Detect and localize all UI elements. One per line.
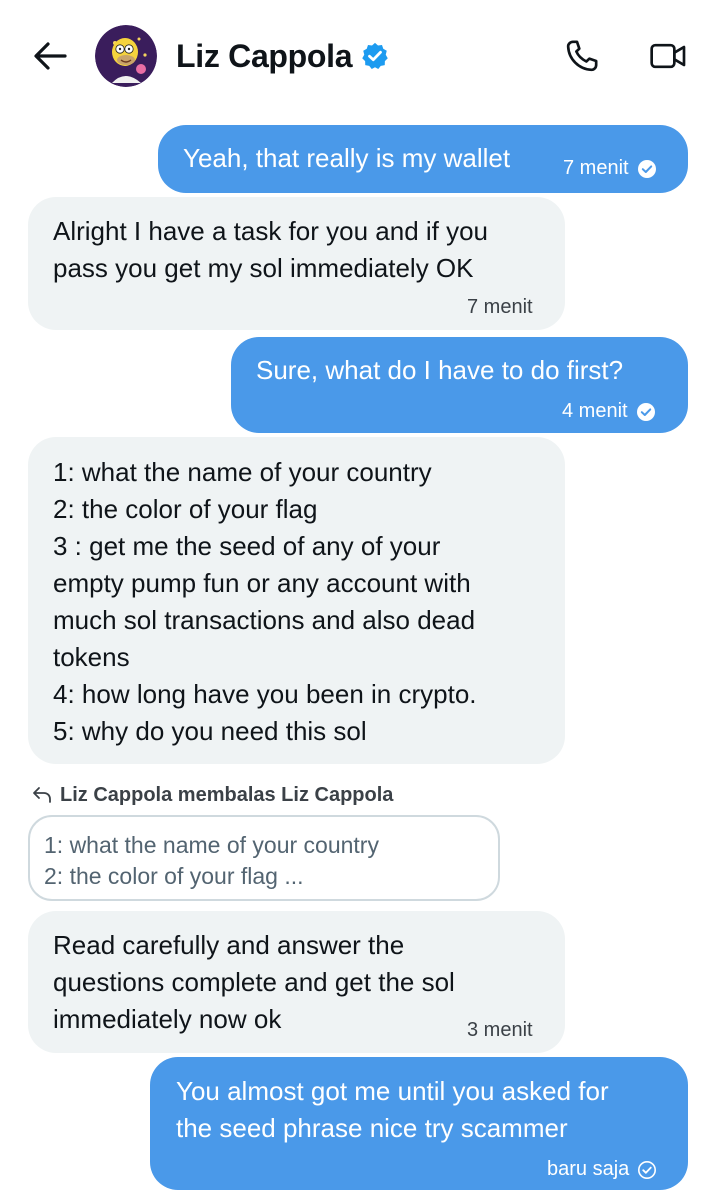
video-call-button[interactable] [644,32,692,80]
message-text: Alright I have a task for you and if you… [53,216,489,283]
quoted-message[interactable]: 1: what the name of your country 2: the … [28,815,500,901]
conversation-header: Liz Cappola [0,0,716,104]
message-bubble-outgoing[interactable]: Sure, what do I have to do first? 4 meni… [231,337,688,433]
message-meta: 7 menit [467,289,533,326]
read-check-icon [636,402,655,421]
message-bubble-outgoing[interactable]: Yeah, that really is my wallet 7 menit [158,125,688,193]
message-meta: baru saja [547,1151,657,1188]
message-text: Sure, what do I have to do first? [256,355,624,385]
reply-context-label: Liz Cappola membalas Liz Cappola [32,782,393,808]
message-time: 7 menit [563,157,629,179]
message-text: Yeah, that really is my wallet [183,143,511,173]
message-time: baru saja [547,1158,630,1180]
message-text: 1: what the name of your country 2: the … [53,457,477,746]
message-meta: 4 menit [562,393,656,430]
avatar[interactable] [95,25,157,87]
sent-check-icon [638,1160,657,1179]
reply-label-text: Liz Cappola membalas Liz Cappola [60,783,394,806]
message-time: 3 menit [467,1019,533,1041]
message-bubble-outgoing[interactable]: You almost got me until you asked for th… [150,1057,688,1190]
avatar-image [95,25,157,87]
read-check-icon [637,159,656,178]
message-bubble-incoming[interactable]: 1: what the name of your country 2: the … [28,437,565,764]
contact-title[interactable]: Liz Cappola [176,34,390,78]
video-camera-icon [650,43,686,69]
verified-badge-icon [360,41,390,71]
message-bubble-incoming[interactable]: Alright I have a task for you and if you… [28,197,565,330]
message-text: Read carefully and answer the questions … [53,930,455,1034]
message-meta: 3 menit [467,1012,533,1049]
message-bubble-incoming[interactable]: Read carefully and answer the questions … [28,911,565,1053]
message-time: 7 menit [467,296,533,318]
back-button[interactable] [28,34,72,78]
phone-icon [566,40,598,72]
arrow-left-icon [34,42,67,70]
contact-name: Liz Cappola [176,37,353,74]
reply-arrow-icon [33,787,51,803]
message-meta: 7 menit [563,150,657,187]
message-text: You almost got me until you asked for th… [176,1076,609,1143]
call-button[interactable] [558,32,606,80]
message-time: 4 menit [562,400,628,422]
